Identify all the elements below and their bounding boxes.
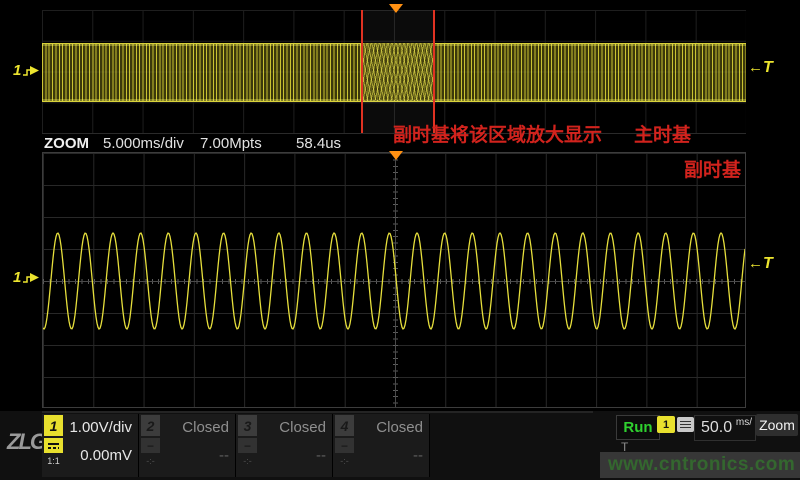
ground-arrow-icon [22, 271, 40, 285]
channel-2-coupling-icon[interactable]: − [141, 438, 160, 453]
channel-3-block[interactable]: 3 − -:- Closed -- [236, 414, 332, 477]
zoom-label: ZOOM [44, 135, 89, 152]
zoom-waveform-trace [43, 153, 745, 407]
main-timebase-panel: 副时基将该区域放大显示主时基 [42, 10, 746, 134]
trigger-level-marker-zoom[interactable]: ←T [748, 255, 773, 273]
trigger-position-marker-main[interactable] [389, 4, 403, 13]
ground-arrow-icon [22, 64, 40, 78]
main-timebase-value: 50.0 [701, 419, 732, 437]
trigger-t-label: T [763, 59, 773, 76]
watermark-band: www.cntronics.com [600, 452, 800, 478]
channel-1-scale: 1.00V/div [69, 419, 132, 436]
main-timebase-button[interactable]: 50.0 ms/ [694, 415, 756, 441]
channel-1-offset: 0.00mV [80, 447, 132, 464]
channel-1-marker-label: 1 [13, 62, 21, 79]
zoom-window-region[interactable] [361, 10, 435, 133]
channel-3-badge[interactable]: 3 [238, 415, 257, 436]
run-status-button[interactable]: Run [616, 415, 660, 440]
channel-2-status: Closed [182, 419, 229, 436]
zoom-timebase-label: 副时基 [684, 155, 741, 182]
channel-4-block[interactable]: 4 − -:- Closed -- [333, 414, 429, 477]
delay-readout: 58.4us [296, 135, 341, 152]
channel-2-offset: -- [219, 447, 229, 464]
channel-2-probe-ratio: -:- [141, 456, 160, 466]
zoom-window-waveform [363, 43, 433, 100]
status-bar-divider [42, 411, 593, 413]
trigger-t-label: T [763, 255, 773, 272]
channel-3-coupling-icon[interactable]: − [238, 438, 257, 453]
channel-1-block[interactable]: 1 1:1 1.00V/div 0.00mV [42, 414, 138, 477]
channel-1-probe-ratio: 1:1 [44, 456, 63, 466]
channel-1-level-marker-zoom[interactable]: 1 [13, 269, 40, 286]
zoom-timebase-panel: 副时基 [42, 152, 746, 408]
trigger-position-marker-zoom[interactable] [389, 151, 403, 160]
watermark-text: www.cntronics.com [608, 454, 795, 476]
status-bar: ZLG® 1 1:1 1.00V/div 0.00mV 2 − - [0, 411, 800, 480]
zoom-readout-row: ZOOM 5.000ms/div 7.00Mpts 58.4us [0, 135, 800, 152]
main-timebase-unit: ms/ [736, 417, 752, 428]
zoom-timebase-readout: 5.000ms/div [103, 135, 184, 152]
channel-4-badge[interactable]: 4 [335, 415, 354, 436]
channel-3-probe-ratio: -:- [238, 456, 257, 466]
channel-3-offset: -- [316, 447, 326, 464]
left-arrow-icon: ← [748, 255, 763, 272]
channel-4-probe-ratio: -:- [335, 456, 354, 466]
channel-4-offset: -- [413, 447, 423, 464]
memory-depth-readout: 7.00Mpts [200, 135, 262, 152]
active-channel-badge[interactable]: 1 [657, 416, 675, 433]
channel-1-marker-label: 1 [13, 269, 21, 286]
channel-1-level-marker-main[interactable]: 1 [13, 62, 40, 79]
channel-1-badge[interactable]: 1 [44, 415, 63, 436]
oscilloscope-screen: 副时基将该区域放大显示主时基 1 ←T ZOOM 5.000ms/div 7.0… [0, 0, 800, 480]
channel-4-status: Closed [376, 419, 423, 436]
channel-3-status: Closed [279, 419, 326, 436]
channel-4-coupling-icon[interactable]: − [335, 438, 354, 453]
channel-2-badge[interactable]: 2 [141, 415, 160, 436]
display-mode-icon[interactable] [677, 417, 694, 432]
zoom-mode-button[interactable]: Zoom [756, 414, 798, 436]
left-arrow-icon: ← [748, 59, 763, 76]
channel-2-block[interactable]: 2 − -:- Closed -- [139, 414, 235, 477]
trigger-level-marker-main[interactable]: ←T [748, 59, 773, 77]
channel-readouts: 1 1:1 1.00V/div 0.00mV 2 − -:- Closed [42, 414, 430, 477]
dc-coupling-icon[interactable] [44, 438, 63, 453]
